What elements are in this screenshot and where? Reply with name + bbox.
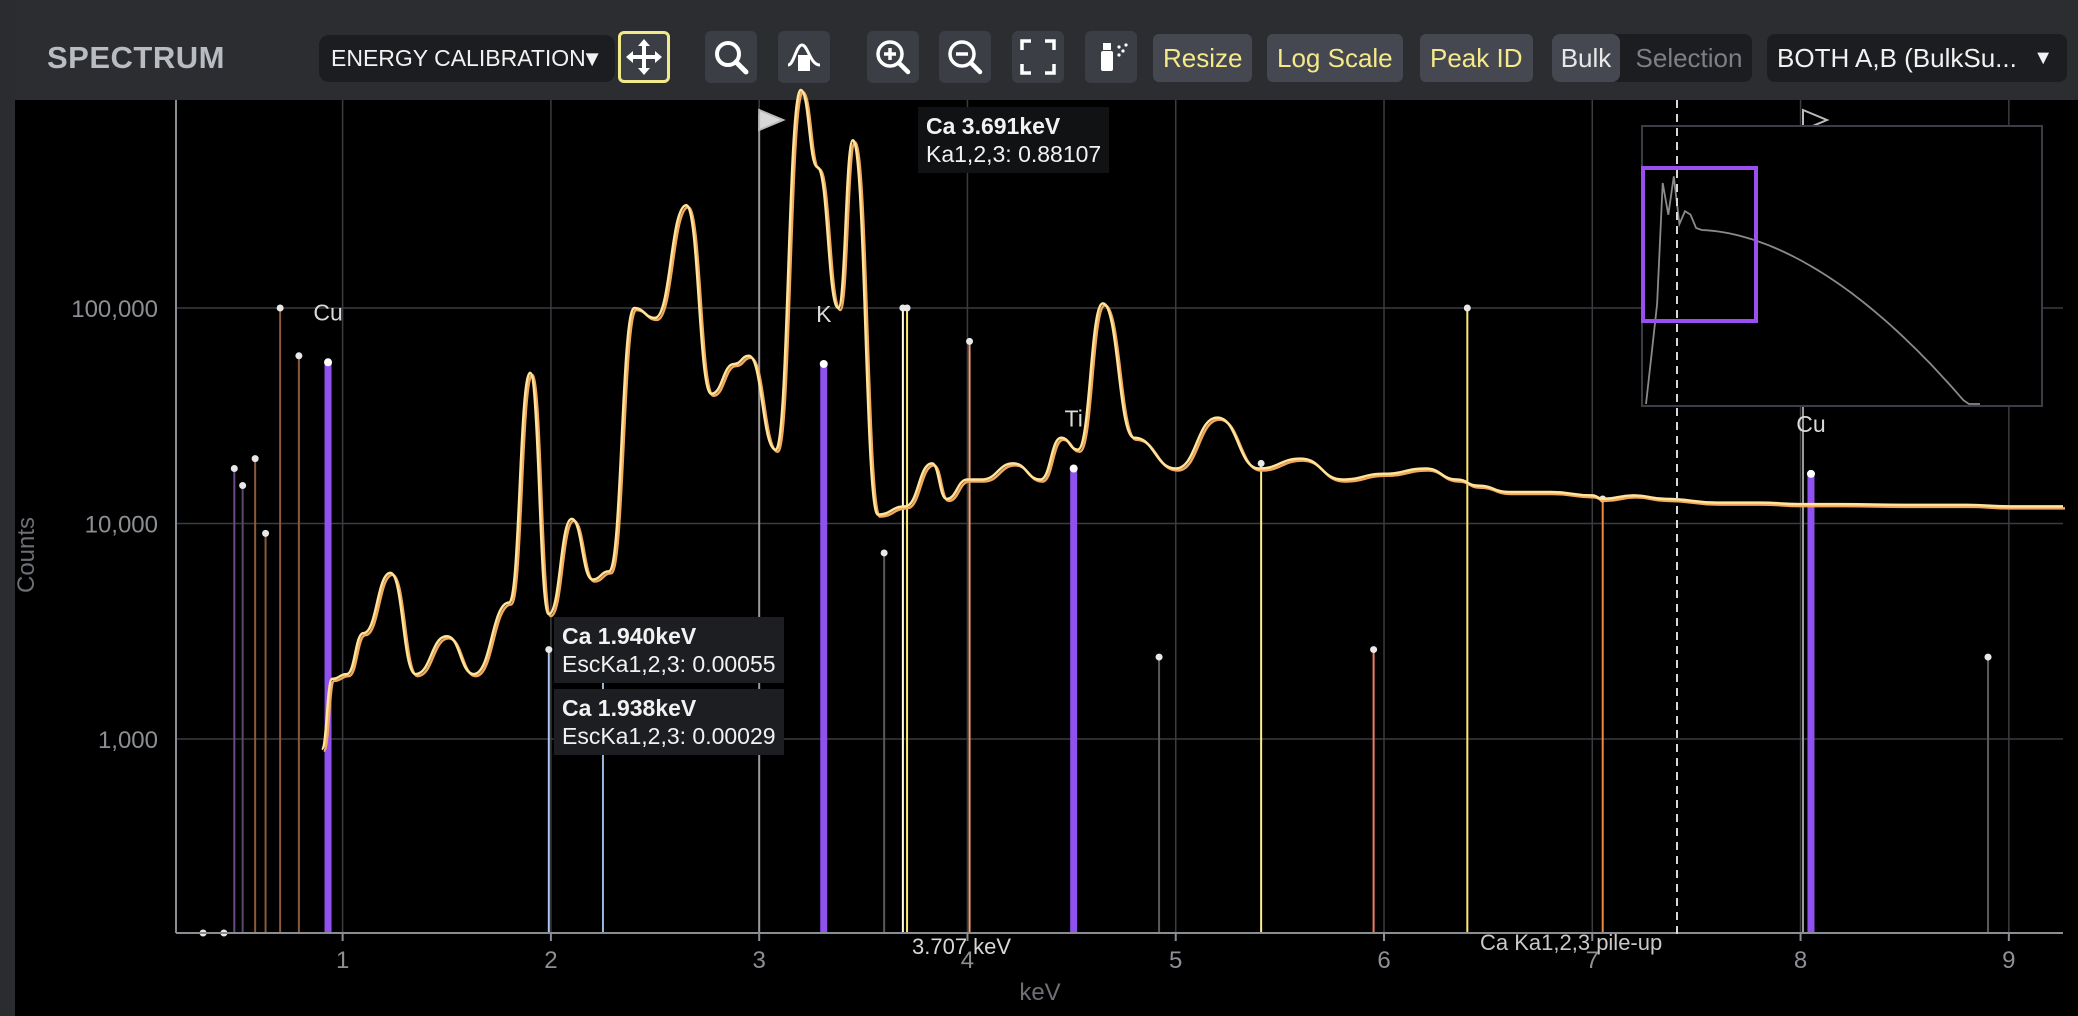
tooltip-detail: EscKa1,2,3: 0.00029 <box>562 723 776 749</box>
emission-line-dot <box>262 529 270 537</box>
emission-line-dot <box>251 455 259 463</box>
x-tick-label: 1 <box>336 947 349 974</box>
tooltip-ca-1940: Ca 1.940keV EscKa1,2,3: 0.00055 <box>554 617 784 683</box>
emission-line-dot <box>1463 304 1471 312</box>
x-tick-label: 2 <box>544 947 557 974</box>
y-axis-label: Counts <box>13 517 40 593</box>
element-marker-dot <box>324 358 333 367</box>
pile-up-annotation: Ca Ka1,2,3 pile-up <box>1480 930 1662 955</box>
emission-line-dot <box>239 482 247 490</box>
x-tick-label: 5 <box>1169 947 1182 974</box>
y-tick-label: 10,000 <box>85 512 158 539</box>
element-marker-bar <box>820 363 828 933</box>
element-label: K <box>816 301 832 327</box>
emission-line-dot <box>295 352 303 360</box>
emission-line-dot <box>1155 653 1163 661</box>
element-marker-bar <box>1807 473 1815 933</box>
element-labels: Cu K Ti Cu <box>313 299 1825 437</box>
element-marker-bar <box>324 362 332 933</box>
element-marker-bar <box>1070 468 1078 933</box>
tooltip-detail: Ka1,2,3: 0.88107 <box>926 141 1102 167</box>
cursor-energy-annotation: 3.707 keV <box>912 934 1011 959</box>
emission-line-dot <box>1370 646 1378 654</box>
tooltip-ca-1938: Ca 1.938keV EscKa1,2,3: 0.00029 <box>554 689 784 755</box>
emission-line-dot <box>880 549 888 557</box>
x-axis-label: keV <box>1019 979 1060 1006</box>
element-label: Ti <box>1065 405 1083 431</box>
x-tick-label: 3 <box>752 947 765 974</box>
emission-line-dot <box>966 337 974 345</box>
y-tick-label: 1,000 <box>98 727 158 754</box>
overview-inset[interactable] <box>1641 125 2043 407</box>
x-tick-label: 9 <box>2002 947 2015 974</box>
tooltip-title: Ca 3.691keV <box>926 113 1061 139</box>
y-tick-label: 100,000 <box>71 296 158 323</box>
tooltip-title: Ca 1.938keV <box>562 695 697 721</box>
element-marker-dot <box>1069 464 1078 473</box>
x-tick-label: 6 <box>1377 947 1390 974</box>
emission-line-dot <box>230 464 238 472</box>
tooltip-title: Ca 1.940keV <box>562 623 697 649</box>
emission-line-dot <box>276 304 284 312</box>
flag-icon <box>758 108 786 132</box>
tooltip-detail: EscKa1,2,3: 0.00055 <box>562 651 776 677</box>
emission-line-dot <box>545 646 553 654</box>
element-marker-dot <box>819 359 828 368</box>
emission-line-dot <box>1257 459 1265 467</box>
element-label: Cu <box>1796 411 1825 437</box>
emission-line-dot <box>1984 653 1992 661</box>
element-label: Cu <box>313 299 342 325</box>
emission-line-dot <box>903 304 911 312</box>
tooltip-ca-3691: Ca 3.691keV Ka1,2,3: 0.88107 <box>918 107 1110 173</box>
x-tick-label: 8 <box>1794 947 1807 974</box>
element-marker-dot <box>1806 469 1815 478</box>
